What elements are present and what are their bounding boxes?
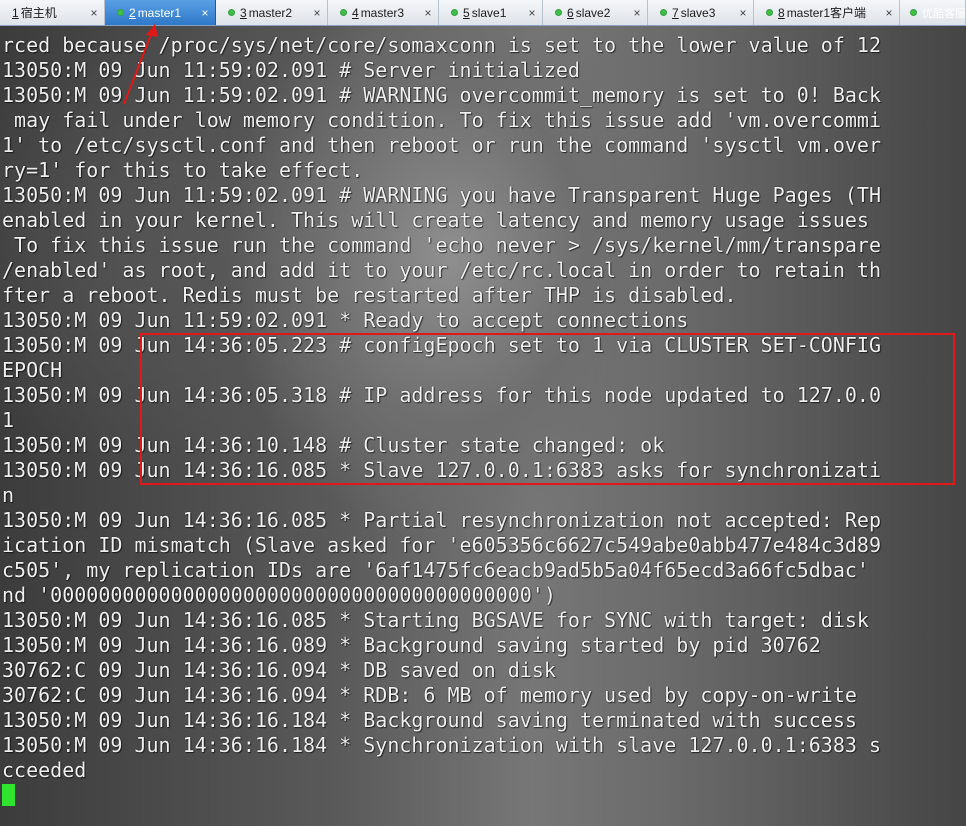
annotation-arrow <box>123 24 158 105</box>
